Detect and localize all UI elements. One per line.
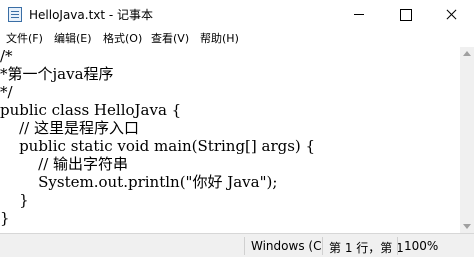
status-divider [397, 237, 398, 255]
editor-line: // 这里是程序入口 [0, 119, 139, 137]
editor-line: public static void main(String[] args) { [0, 137, 316, 155]
menu-format[interactable]: 格式(O) [103, 30, 142, 46]
menu-file[interactable]: 文件(F) [6, 30, 43, 46]
menu-bar: 文件(F) 编辑(E) 格式(O) 查看(V) 帮助(H) [0, 29, 474, 47]
close-button[interactable] [428, 0, 474, 29]
editor-line: */ [0, 83, 13, 101]
menu-edit[interactable]: 编辑(E) [54, 30, 92, 46]
minimize-button[interactable] [336, 0, 382, 29]
editor-line: } [0, 209, 10, 227]
editor-line: /* [0, 47, 13, 65]
scroll-up-icon[interactable] [460, 47, 474, 61]
status-zoom: 100% [404, 239, 439, 253]
status-divider [244, 237, 245, 255]
menu-view[interactable]: 查看(V) [151, 30, 189, 46]
menu-help[interactable]: 帮助(H) [200, 30, 239, 46]
status-divider [322, 237, 323, 255]
scroll-down-icon[interactable] [460, 219, 474, 233]
editor-line: } [0, 191, 29, 209]
editor-line: // 输出字符串 [0, 155, 129, 173]
vertical-scrollbar[interactable] [460, 47, 474, 233]
editor-line: System.out.println("你好 Java"); [0, 173, 278, 191]
notepad-icon [8, 7, 22, 22]
maximize-button[interactable] [382, 0, 428, 29]
editor-line: *第一个java程序 [0, 65, 114, 83]
text-editor[interactable]: /* *第一个java程序 */ public class HelloJava … [0, 47, 460, 233]
window-title: HelloJava.txt - 记事本 [29, 8, 154, 22]
status-bar: Windows (C 第 1 行，第 1 100% [0, 233, 474, 257]
editor-line: public class HelloJava { [0, 101, 182, 119]
title-bar[interactable]: HelloJava.txt - 记事本 [0, 0, 474, 29]
status-encoding: Windows (C [251, 239, 322, 253]
status-cursor-position: 第 1 行，第 1 [329, 241, 404, 255]
